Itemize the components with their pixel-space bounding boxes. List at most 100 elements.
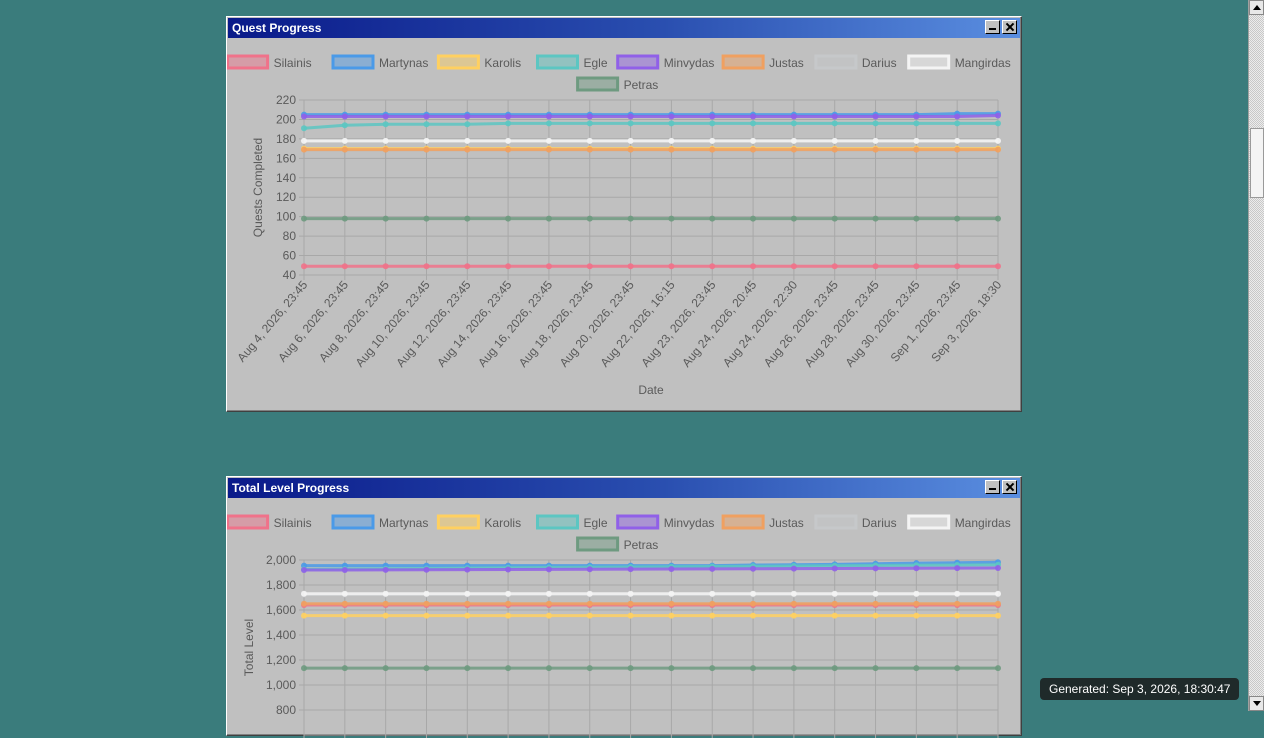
data-point	[709, 137, 716, 144]
data-point	[954, 120, 961, 127]
y-tick-label: 1,400	[266, 628, 296, 642]
minimize-icon[interactable]	[985, 480, 1000, 494]
y-tick-label: 800	[276, 703, 296, 717]
data-point	[954, 612, 961, 619]
legend-swatch	[616, 54, 660, 70]
scrollbar-thumb[interactable]	[1250, 128, 1264, 198]
data-point	[995, 263, 1001, 270]
data-point	[709, 665, 716, 672]
data-point	[872, 612, 879, 619]
data-point	[423, 215, 430, 222]
close-icon[interactable]	[1002, 20, 1017, 34]
x-tick-label: Aug 30, 2026, 23:45	[842, 278, 922, 370]
data-point	[545, 215, 552, 222]
data-point	[831, 600, 838, 607]
data-point	[709, 565, 716, 572]
data-point	[382, 121, 389, 128]
data-point	[301, 215, 307, 222]
data-point	[750, 665, 757, 672]
data-point	[954, 113, 961, 120]
data-point	[505, 120, 512, 127]
data-point	[545, 665, 552, 672]
data-point	[954, 565, 961, 572]
y-tick-label: 180	[276, 132, 296, 146]
legend-label: Egle	[584, 56, 608, 70]
data-point	[872, 263, 879, 270]
data-point	[668, 612, 675, 619]
data-point	[831, 565, 838, 572]
data-point	[750, 215, 757, 222]
data-point	[464, 121, 471, 128]
data-point	[790, 146, 797, 153]
legend-label: Mangirdas	[955, 516, 1011, 530]
window-titlebar[interactable]: Quest Progress	[228, 18, 1020, 38]
data-point	[423, 566, 430, 573]
data-point	[341, 665, 348, 672]
data-point	[750, 590, 757, 597]
data-point	[750, 565, 757, 572]
data-point	[301, 113, 307, 120]
y-axis-title: Total Level	[242, 619, 256, 676]
data-point	[627, 137, 634, 144]
data-point	[341, 567, 348, 573]
data-point	[954, 590, 961, 597]
data-point	[341, 146, 348, 153]
y-tick-label: 1,800	[266, 578, 296, 592]
legend-swatch	[721, 514, 765, 530]
y-tick-label: 60	[283, 249, 297, 263]
legend-label: Minvydas	[664, 56, 715, 70]
legend-label: Silainis	[274, 516, 312, 530]
data-point	[464, 612, 471, 619]
legend-swatch	[616, 514, 660, 530]
data-point	[423, 600, 430, 607]
data-point	[627, 612, 634, 619]
arrow-up-icon[interactable]	[1249, 0, 1264, 15]
close-icon[interactable]	[1002, 480, 1017, 494]
data-point	[545, 146, 552, 153]
window-titlebar[interactable]: Total Level Progress	[228, 478, 1020, 498]
data-point	[790, 215, 797, 222]
x-axis-title: Date	[638, 383, 664, 397]
data-point	[954, 146, 961, 153]
data-point	[790, 113, 797, 120]
legend-swatch	[331, 514, 375, 530]
data-point	[627, 215, 634, 222]
y-tick-label: 120	[276, 190, 296, 204]
legend-swatch	[227, 54, 270, 70]
data-point	[586, 113, 593, 120]
y-tick-label: 200	[276, 112, 296, 126]
data-point	[954, 137, 961, 144]
data-point	[709, 600, 716, 607]
arrow-down-icon[interactable]	[1249, 696, 1264, 711]
minimize-icon[interactable]	[985, 20, 1000, 34]
legend-swatch	[814, 514, 858, 530]
data-point	[872, 590, 879, 597]
data-point	[831, 113, 838, 120]
data-point	[954, 600, 961, 607]
data-point	[382, 113, 389, 120]
legend-label: Egle	[584, 516, 608, 530]
data-point	[750, 120, 757, 127]
legend-label: Martynas	[379, 516, 428, 530]
data-point	[464, 146, 471, 153]
data-point	[382, 590, 389, 597]
data-point	[505, 665, 512, 672]
page-scrollbar[interactable]	[1248, 0, 1264, 711]
data-point	[545, 600, 552, 607]
data-point	[872, 137, 879, 144]
data-point	[995, 600, 1001, 607]
data-point	[423, 113, 430, 120]
y-tick-label: 40	[283, 268, 297, 282]
data-point	[341, 137, 348, 144]
data-point	[301, 137, 307, 144]
x-tick-label: Sep 3, 2026, 18:30	[928, 278, 1004, 365]
x-tick-label: Aug 10, 2026, 23:45	[353, 278, 433, 370]
data-point	[750, 137, 757, 144]
data-point	[790, 600, 797, 607]
data-point	[505, 263, 512, 270]
data-point	[627, 600, 634, 607]
x-tick-label: Aug 23, 2026, 23:45	[638, 278, 718, 370]
data-point	[382, 263, 389, 270]
data-point	[709, 113, 716, 120]
data-point	[301, 600, 307, 607]
